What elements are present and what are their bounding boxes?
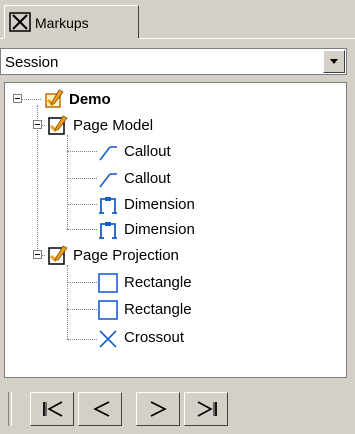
group-collapse-toggle[interactable] xyxy=(33,250,42,259)
tree-connector xyxy=(67,339,97,340)
crossout-icon xyxy=(99,330,117,348)
markups-panel: Markups Session Demo Page Model Callout … xyxy=(0,0,355,434)
session-select[interactable]: Session xyxy=(0,48,347,75)
tree-connector xyxy=(67,265,68,339)
previous-button[interactable] xyxy=(78,392,122,426)
page-markup-icon xyxy=(48,115,68,135)
tree-connector xyxy=(67,282,97,283)
rectangle-icon xyxy=(98,300,118,320)
session-select-value: Session xyxy=(5,54,59,71)
markup-tree[interactable]: Demo Page Model Callout Callout Dimensio… xyxy=(4,82,347,378)
tab-markups[interactable]: Markups xyxy=(4,5,139,38)
first-icon xyxy=(43,401,63,417)
root-collapse-toggle[interactable] xyxy=(13,94,22,103)
dimension-icon xyxy=(99,197,117,214)
dimension-icon xyxy=(99,222,117,239)
tree-connector xyxy=(67,309,97,310)
tree-connector xyxy=(67,204,97,205)
tree-node-item[interactable]: Callout xyxy=(124,170,171,187)
rectangle-icon xyxy=(98,273,118,293)
tree-node-group[interactable]: Page Projection xyxy=(73,247,179,264)
markup-set-icon xyxy=(45,89,64,108)
tree-node-item[interactable]: Crossout xyxy=(124,329,184,346)
tree-node-item[interactable]: Rectangle xyxy=(124,301,192,318)
callout-icon xyxy=(99,146,117,161)
tree-node-item[interactable]: Rectangle xyxy=(124,274,192,291)
tab-divider xyxy=(139,38,355,39)
tab-divider xyxy=(0,38,4,39)
tree-node-item[interactable]: Dimension xyxy=(124,196,195,213)
next-icon xyxy=(150,401,167,417)
tree-node-group[interactable]: Page Model xyxy=(73,117,153,134)
last-icon xyxy=(197,401,217,417)
next-button[interactable] xyxy=(136,392,180,426)
tree-connector xyxy=(67,229,97,230)
previous-icon xyxy=(93,401,110,417)
first-button[interactable] xyxy=(30,392,74,426)
dropdown-button[interactable] xyxy=(323,50,345,73)
tree-node-item[interactable]: Callout xyxy=(124,143,171,160)
tab-label: Markups xyxy=(35,15,89,31)
last-button[interactable] xyxy=(184,392,228,426)
page-markup-icon xyxy=(48,245,68,265)
chevron-down-icon xyxy=(330,59,338,64)
callout-icon xyxy=(99,173,117,188)
tree-connector xyxy=(67,178,97,179)
tree-node-root[interactable]: Demo xyxy=(69,91,111,108)
tree-connector xyxy=(67,135,68,229)
close-box-icon[interactable] xyxy=(9,12,31,32)
tree-connector xyxy=(67,151,97,152)
group-collapse-toggle[interactable] xyxy=(33,120,42,129)
navigation-toolbar xyxy=(0,386,355,434)
tree-node-item[interactable]: Dimension xyxy=(124,221,195,238)
toolbar-grip[interactable] xyxy=(8,392,12,426)
